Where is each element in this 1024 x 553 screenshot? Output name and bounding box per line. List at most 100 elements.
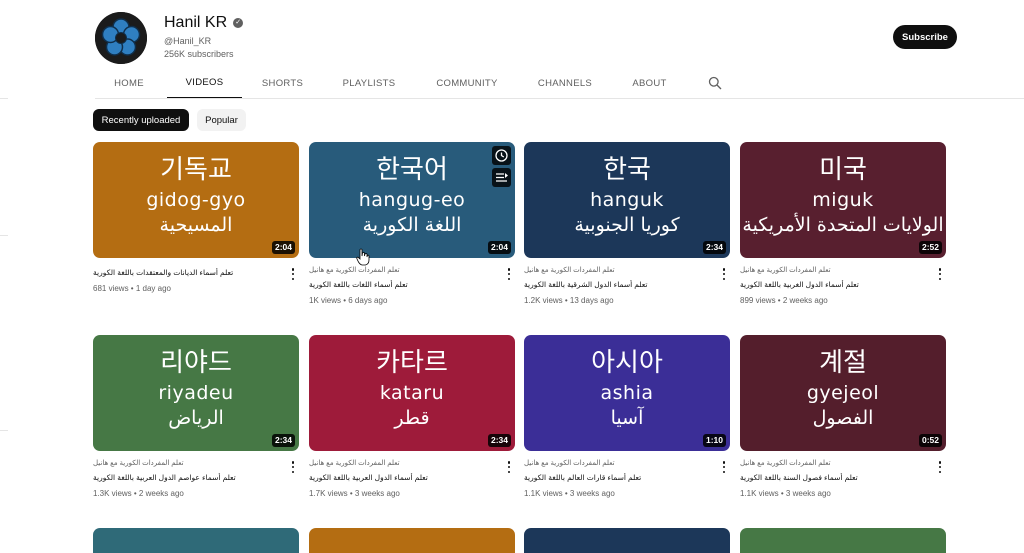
video-title[interactable]: تعلم أسماء فصول السنة باللغة الكورية: [740, 473, 930, 482]
more-options-icon[interactable]: [290, 460, 296, 474]
video-duration-badge: 2:52: [918, 241, 942, 254]
filter-chip-popular[interactable]: Popular: [197, 109, 246, 131]
thumbnail-korean-word: 한국: [603, 155, 651, 185]
thumbnail-korean-word: 한국어: [376, 155, 448, 185]
video-channel-line[interactable]: تعلم المفردات الكورية مع هانيل: [524, 266, 714, 274]
channel-handle: @Hanil_KR: [164, 36, 212, 46]
more-options-icon[interactable]: [937, 267, 943, 281]
video-channel-line[interactable]: تعلم المفردات الكورية مع هانيل: [740, 266, 930, 274]
thumbnail-korean-word: 미국: [819, 155, 867, 185]
thumbnail-romanization: miguk: [812, 189, 874, 211]
video-duration-badge: 1:10: [702, 434, 726, 447]
thumbnail-romanization: riyadeu: [158, 382, 234, 404]
video-thumbnail-partial[interactable]: [524, 528, 730, 553]
video-duration-badge: 2:34: [271, 434, 295, 447]
thumbnail-romanization: kataru: [379, 382, 445, 404]
video-stats: 681 views • 1 day ago: [93, 284, 171, 293]
more-options-icon[interactable]: [506, 460, 512, 474]
video-title[interactable]: تعلم أسماء اللغات باللغة الكورية: [309, 280, 499, 289]
thumbnail-romanization: hanguk: [590, 189, 664, 211]
tab-playlists[interactable]: PLAYLISTS: [329, 68, 409, 99]
video-thumbnail[interactable]: 계절 gyejeol الفصول 0:52: [740, 335, 946, 451]
thumbnail-arabic-word: آسيا: [610, 407, 644, 429]
tab-channels[interactable]: CHANNELS: [527, 68, 603, 99]
video-title[interactable]: تعلم أسماء قارات العالم باللغة الكورية: [524, 473, 714, 482]
thumbnail-romanization: gyejeol: [806, 382, 880, 404]
tab-shorts[interactable]: SHORTS: [250, 68, 315, 99]
thumbnail-arabic-word: اللغة الكورية: [362, 214, 462, 236]
more-options-icon[interactable]: [290, 267, 296, 281]
thumbnail-korean-word: 리야드: [160, 348, 232, 378]
flower-logo-icon: [95, 12, 147, 64]
video-channel-line[interactable]: تعلم المفردات الكورية مع هانيل: [93, 459, 283, 467]
channel-name-text: Hanil KR: [164, 14, 228, 31]
thumbnail-arabic-word: المسيحية: [159, 214, 233, 236]
more-options-icon[interactable]: [721, 460, 727, 474]
video-title[interactable]: تعلم أسماء الديانات والمعتقدات باللغة ال…: [93, 268, 283, 277]
video-thumbnail[interactable]: 미국 miguk الولايات المتحدة الأمريكية 2:52: [740, 142, 946, 258]
video-duration-badge: 0:52: [918, 434, 942, 447]
video-thumbnail[interactable]: 리야드 riyadeu الرياض 2:34: [93, 335, 299, 451]
thumbnail-romanization: hangug-eo: [358, 189, 466, 211]
tab-home[interactable]: HOME: [95, 68, 163, 99]
video-thumbnail[interactable]: 한국어 hangug-eo اللغة الكورية 2:04: [309, 142, 515, 258]
video-title[interactable]: تعلم أسماء الدول العربية باللغة الكورية: [309, 473, 499, 482]
video-stats: 1.1K views • 3 weeks ago: [524, 489, 615, 498]
channel-avatar[interactable]: [95, 12, 147, 64]
video-stats: 899 views • 2 weeks ago: [740, 296, 828, 305]
video-stats: 1.7K views • 3 weeks ago: [309, 489, 400, 498]
thumbnail-arabic-word: الرياض: [168, 407, 224, 429]
subscriber-count: 256K subscribers: [164, 49, 234, 59]
video-channel-line[interactable]: تعلم المفردات الكورية مع هانيل: [309, 266, 499, 274]
tab-about[interactable]: ABOUT: [621, 68, 678, 99]
subscribe-button[interactable]: Subscribe: [893, 25, 957, 49]
page-edge-line: [0, 430, 8, 431]
video-channel-line[interactable]: تعلم المفردات الكورية مع هانيل: [309, 459, 499, 467]
video-thumbnail-partial[interactable]: [93, 528, 299, 553]
thumbnail-romanization: gidog-gyo: [146, 189, 246, 211]
thumbnail-arabic-word: كوريا الجنوبية: [574, 214, 680, 236]
tab-community[interactable]: COMMUNITY: [425, 68, 509, 99]
video-thumbnail-partial[interactable]: [309, 528, 515, 553]
checkmark-badge-icon: ✓: [233, 18, 244, 28]
video-duration-badge: 2:34: [487, 434, 511, 447]
thumbnail-korean-word: 기독교: [160, 155, 232, 185]
page-edge-line: [0, 235, 8, 236]
watch-later-icon[interactable]: [492, 146, 511, 165]
video-stats: 1.1K views • 3 weeks ago: [740, 489, 831, 498]
thumbnail-romanization: ashia: [600, 382, 654, 404]
video-channel-line[interactable]: تعلم المفردات الكورية مع هانيل: [740, 459, 930, 467]
video-thumbnail[interactable]: 한국 hanguk كوريا الجنوبية 2:34: [524, 142, 730, 258]
video-title[interactable]: تعلم أسماء عواصم الدول العربية باللغة ال…: [93, 473, 283, 482]
add-to-queue-icon[interactable]: [492, 168, 511, 187]
tabs-divider: [95, 98, 1024, 99]
tab-videos[interactable]: VIDEOS: [167, 68, 242, 99]
video-duration-badge: 2:04: [487, 241, 511, 254]
video-stats: 1.3K views • 2 weeks ago: [93, 489, 184, 498]
more-options-icon[interactable]: [937, 460, 943, 474]
more-options-icon[interactable]: [506, 267, 512, 281]
thumbnail-korean-word: 계절: [819, 348, 867, 378]
thumbnail-arabic-word: الولايات المتحدة الأمريكية: [742, 214, 944, 236]
video-thumbnail[interactable]: 아시아 ashia آسيا 1:10: [524, 335, 730, 451]
thumbnail-korean-word: 아시아: [591, 348, 663, 378]
channel-name: Hanil KR ✓: [164, 14, 244, 32]
page-edge-line: [0, 98, 8, 99]
thumbnail-korean-word: 카타르: [376, 348, 448, 378]
video-thumbnail[interactable]: 카타르 kataru قطر 2:34: [309, 335, 515, 451]
thumbnail-arabic-word: قطر: [394, 407, 430, 429]
video-thumbnail[interactable]: 기독교 gidog-gyo المسيحية 2:04: [93, 142, 299, 258]
channel-tabs: HOME VIDEOS SHORTS PLAYLISTS COMMUNITY C…: [95, 68, 935, 99]
video-stats: 1K views • 6 days ago: [309, 296, 388, 305]
search-icon[interactable]: [708, 76, 722, 90]
video-channel-line[interactable]: تعلم المفردات الكورية مع هانيل: [524, 459, 714, 467]
video-title[interactable]: تعلم أسماء الدول الغربية باللغة الكورية: [740, 280, 930, 289]
video-thumbnail-partial[interactable]: [740, 528, 946, 553]
video-stats: 1.2K views • 13 days ago: [524, 296, 614, 305]
thumbnail-arabic-word: الفصول: [812, 407, 874, 429]
more-options-icon[interactable]: [721, 267, 727, 281]
video-duration-badge: 2:04: [271, 241, 295, 254]
video-title[interactable]: تعلم أسماء الدول الشرقية باللغة الكورية: [524, 280, 714, 289]
hand-pointer-cursor-icon: [356, 248, 370, 266]
filter-chip-recently-uploaded[interactable]: Recently uploaded: [93, 109, 189, 131]
